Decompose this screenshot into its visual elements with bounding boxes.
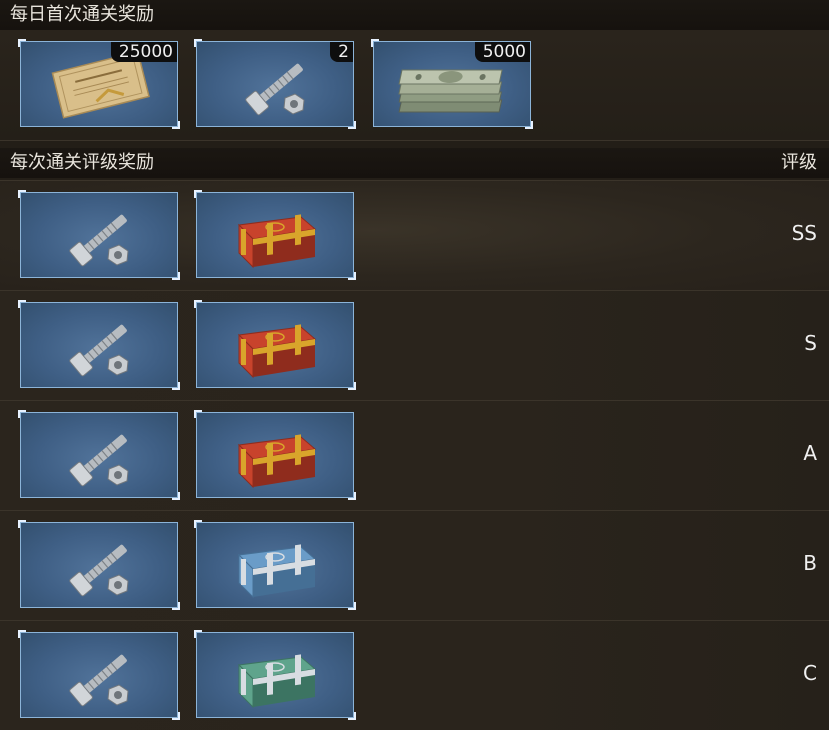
bolt-parts-icon <box>69 434 129 487</box>
reward-slot-chest[interactable] <box>194 300 356 390</box>
bolt-parts-icon <box>69 214 129 267</box>
grade-label: S <box>804 331 817 355</box>
grade-label: C <box>803 661 817 685</box>
blue-silver-chest-icon <box>237 544 317 599</box>
green-silver-chest-icon <box>237 654 317 709</box>
reward-slot-bolts[interactable] <box>18 190 180 280</box>
reward-slot-bolts[interactable] <box>18 410 180 500</box>
grade-label: SS <box>791 221 817 245</box>
grade-label: A <box>803 441 817 465</box>
rating-row: SS <box>0 180 829 290</box>
item-count: 2 <box>330 42 353 62</box>
reward-slot-chest[interactable] <box>194 410 356 500</box>
reward-slot-certificate[interactable]: 25000 <box>18 39 180 129</box>
item-count: 5000 <box>474 42 530 62</box>
reward-slot-chest[interactable] <box>194 630 356 720</box>
bolt-parts-icon <box>69 544 129 597</box>
red-gold-chest-icon <box>237 324 317 379</box>
bolt-parts-icon <box>69 324 129 377</box>
daily-first-clear-header: 每日首次通关奖励 <box>0 0 829 30</box>
item-count: 25000 <box>110 42 177 62</box>
rating-row: C <box>0 620 829 730</box>
red-gold-chest-icon <box>237 434 317 489</box>
red-gold-chest-icon <box>237 214 317 269</box>
grade-column-header: 评级 <box>781 152 817 173</box>
rating-row: A <box>0 400 829 510</box>
reward-slot-bolts[interactable]: 2 <box>194 39 356 129</box>
rating-row: B <box>0 510 829 620</box>
grade-label: B <box>803 551 817 575</box>
reward-slot-bolts[interactable] <box>18 520 180 610</box>
rating-row: S <box>0 290 829 400</box>
rating-rewards-header: 每次通关评级奖励 评级 <box>0 148 829 178</box>
reward-slot-cash[interactable]: 5000 <box>371 39 533 129</box>
reward-slot-chest[interactable] <box>194 520 356 610</box>
rating-rewards-title: 每次通关评级奖励 <box>10 152 154 173</box>
bolt-parts-icon <box>69 654 129 707</box>
reward-slot-bolts[interactable] <box>18 300 180 390</box>
reward-slot-chest[interactable] <box>194 190 356 280</box>
reward-slot-bolts[interactable] <box>18 630 180 720</box>
daily-first-clear-panel: 25000 2 5000 <box>0 30 829 141</box>
daily-first-clear-title: 每日首次通关奖励 <box>10 4 154 25</box>
